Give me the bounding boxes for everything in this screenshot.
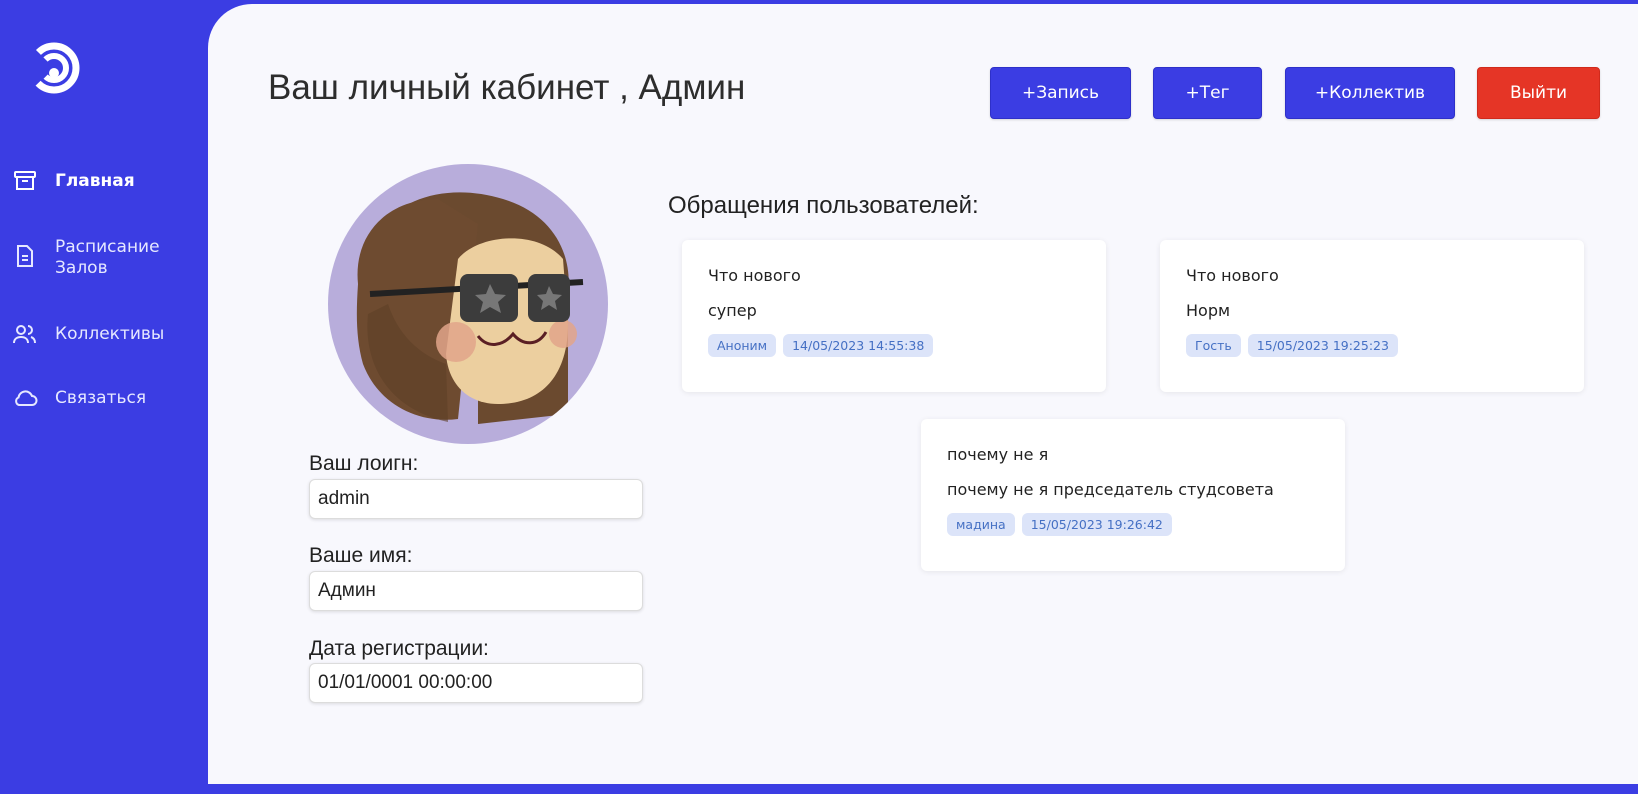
request-tags: Аноним 14/05/2023 14:55:38 — [708, 334, 1080, 357]
author-badge: мадина — [947, 513, 1015, 536]
add-record-button[interactable]: +Запись — [990, 67, 1131, 119]
logout-button[interactable]: Выйти — [1477, 67, 1600, 119]
main-panel: Ваш личный кабинет , Админ +Запись +Тег … — [208, 4, 1638, 784]
logo-icon — [28, 42, 80, 94]
page-title: Ваш личный кабинет , Админ — [268, 68, 746, 107]
date-badge: 15/05/2023 19:26:42 — [1021, 513, 1172, 536]
avatar — [328, 164, 608, 444]
name-label: Ваше имя: — [309, 544, 413, 567]
sidebar-item-label: Расписание Залов — [55, 237, 160, 278]
requests-title: Обращения пользователей: — [668, 192, 979, 219]
app-logo[interactable] — [28, 32, 84, 94]
request-text: Норм — [1186, 301, 1231, 320]
request-card[interactable]: Что нового супер Аноним 14/05/2023 14:55… — [682, 240, 1106, 392]
name-input[interactable] — [309, 571, 643, 611]
request-card[interactable]: почему не я почему не я председатель сту… — [921, 419, 1345, 571]
avatar-image — [328, 164, 608, 444]
sidebar-item-home[interactable]: Главная — [12, 168, 135, 194]
login-label: Ваш лоигн: — [309, 452, 419, 475]
archive-icon — [12, 168, 38, 194]
sidebar-item-label: Связаться — [55, 388, 147, 408]
bottom-strip — [208, 784, 1638, 794]
sidebar-item-contact[interactable]: Связаться — [12, 385, 146, 411]
request-card[interactable]: Что нового Норм Гость 15/05/2023 19:25:2… — [1160, 240, 1584, 392]
cloud-icon — [12, 385, 38, 411]
request-text: супер — [708, 301, 757, 320]
date-badge: 14/05/2023 14:55:38 — [783, 334, 934, 357]
request-tags: Гость 15/05/2023 19:25:23 — [1186, 334, 1558, 357]
date-badge: 15/05/2023 19:25:23 — [1247, 334, 1398, 357]
sidebar: Главная Расписание Залов Коллективы Связ… — [0, 0, 208, 794]
request-title: Что нового — [708, 266, 801, 285]
add-collective-button[interactable]: +Коллектив — [1285, 67, 1455, 119]
login-input[interactable] — [309, 479, 643, 519]
sidebar-item-schedule[interactable]: Расписание Залов — [12, 237, 165, 279]
request-title: Что нового — [1186, 266, 1279, 285]
sidebar-item-label: Коллективы — [55, 324, 165, 344]
author-badge: Гость — [1186, 334, 1241, 357]
registration-date-label: Дата регистрации: — [309, 637, 489, 660]
request-tags: мадина 15/05/2023 19:26:42 — [947, 513, 1319, 536]
author-badge: Аноним — [708, 334, 777, 357]
request-title: почему не я — [947, 445, 1049, 464]
add-tag-button[interactable]: +Тег — [1153, 67, 1262, 119]
users-icon — [12, 321, 38, 347]
request-text: почему не я председатель студсовета — [947, 480, 1274, 499]
document-icon — [12, 243, 38, 269]
sidebar-item-label: Главная — [55, 171, 135, 191]
registration-date-input[interactable] — [309, 663, 643, 703]
sidebar-item-collectives[interactable]: Коллективы — [12, 321, 164, 347]
